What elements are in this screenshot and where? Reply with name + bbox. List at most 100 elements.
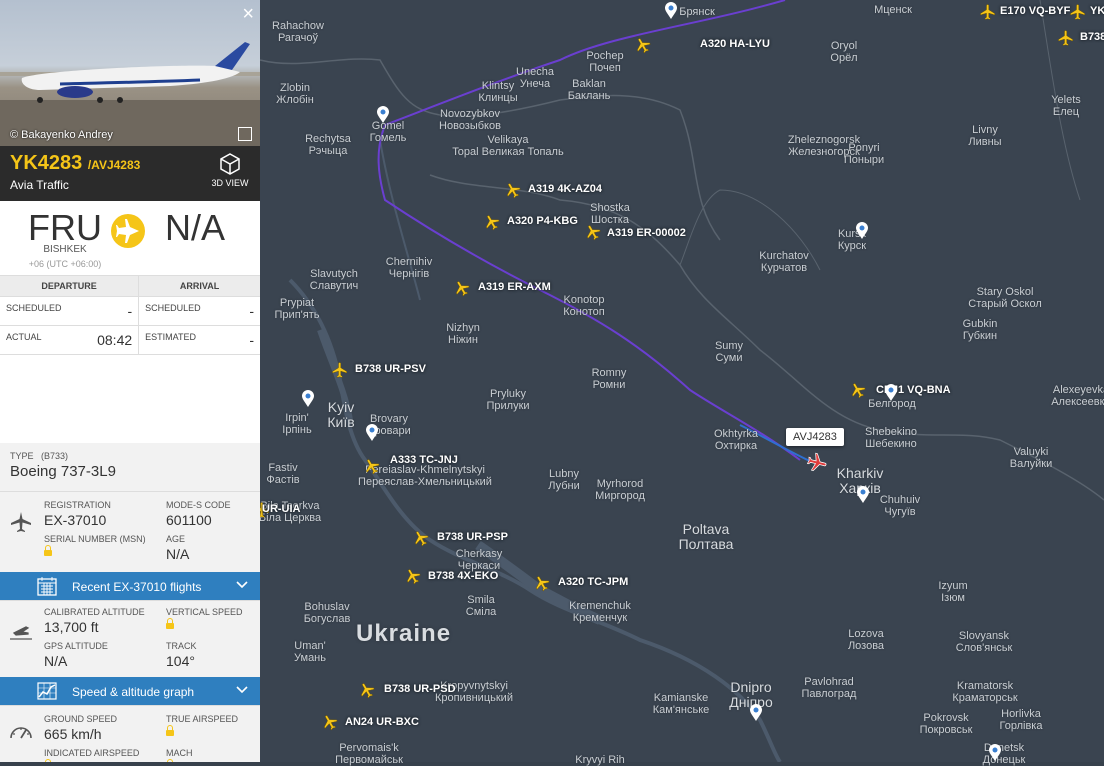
mach-cell: MACH bbox=[166, 748, 193, 762]
speed-section: GROUND SPEED 665 km/h TRUE AIRSPEED INDIC… bbox=[0, 705, 260, 762]
aircraft-icon-crj[interactable] bbox=[849, 381, 867, 399]
recent-flights-bar[interactable]: Recent EX-37010 flights bbox=[0, 572, 260, 600]
city-label-rahachow: Rahachow Рагачоў bbox=[272, 20, 324, 44]
aircraft-icon-a320p4[interactable] bbox=[483, 213, 501, 231]
aircraft-label-a333[interactable]: A333 TC-JNJ bbox=[390, 454, 458, 466]
indicated-airspeed-cell: INDICATED AIRSPEED bbox=[44, 748, 139, 762]
lock-icon bbox=[44, 545, 52, 556]
city-label-smila: Smila Сміла bbox=[465, 594, 497, 618]
aircraft-info-section: REGISTRATION EX-37010 MODE-S CODE 601100 S… bbox=[0, 491, 260, 572]
city-label-pervomaisk: Pervomais'k Первомайськ bbox=[335, 742, 403, 766]
aircraft-icon-a320jpm[interactable] bbox=[533, 574, 551, 592]
aircraft-label-a319er2[interactable]: A319 ER-00002 bbox=[607, 227, 686, 239]
city-label-valuyki: Valuyki Валуйки bbox=[1009, 446, 1053, 470]
aircraft-photo[interactable]: × © Bakayenko Andrey bbox=[0, 0, 260, 146]
city-label-pokrovsk: Pokrovsk Покровськ bbox=[919, 712, 973, 736]
airport-pin-icon[interactable] bbox=[988, 744, 1002, 762]
close-panel-icon[interactable]: × bbox=[242, 4, 254, 24]
aircraft-label-an24[interactable]: AN24 UR-BXC bbox=[345, 716, 419, 728]
city-label-novozybkov: Novozybkov Новозыбков bbox=[439, 108, 501, 132]
schedule-table: DEPARTURE ARRIVAL SCHEDULED - SCHEDULED - … bbox=[0, 276, 260, 355]
speedometer-icon bbox=[10, 727, 32, 739]
lock-icon bbox=[166, 725, 174, 736]
aircraft-icon-a319axm[interactable] bbox=[453, 279, 471, 297]
airport-pin-icon[interactable] bbox=[855, 222, 869, 240]
city-label-mtsensk: Мценск bbox=[874, 4, 912, 16]
aircraft-icon-b738psv[interactable] bbox=[331, 361, 349, 379]
flight-callsign: YK4283 /AVJ4283 bbox=[10, 152, 141, 174]
city-label-okhtyrka: Okhtyrka Охтирка bbox=[713, 428, 759, 452]
altitude-section: CALIBRATED ALTITUDE 13,700 ft VERTICAL SP… bbox=[0, 600, 260, 677]
city-label-klintsy: Klintsy Клинцы bbox=[478, 80, 518, 104]
city-label-unecha: Unecha Унеча bbox=[516, 66, 554, 90]
chevron-down-icon bbox=[236, 686, 248, 694]
aircraft-label-yk[interactable]: YK bbox=[1090, 5, 1104, 17]
aircraft-icon-a319az[interactable] bbox=[504, 181, 522, 199]
city-label-ponyri: Ponyri Поныри bbox=[843, 142, 885, 166]
panel-spacer bbox=[0, 355, 260, 443]
airport-pin-icon[interactable] bbox=[856, 486, 870, 504]
aircraft-label-b7384x[interactable]: B738 4X-EKO bbox=[428, 570, 498, 582]
aircraft-type: TYPE (B733) Boeing 737-3L9 bbox=[0, 443, 260, 491]
country-label: Ukraine bbox=[356, 620, 452, 647]
city-label-alexeyevka: AlexeyevkaАлексеевка bbox=[1051, 384, 1104, 408]
city-label-kryvyirih: Kryvyi Rih bbox=[575, 754, 625, 766]
aircraft-icon-b7384x[interactable] bbox=[404, 567, 422, 585]
chevron-down-icon bbox=[236, 581, 248, 589]
city-label-uman: Uman' Умань bbox=[294, 640, 326, 664]
city-label-sloviansk: Slovyansk Слов'янськ bbox=[955, 630, 1013, 654]
aircraft-icon-b738psd[interactable] bbox=[358, 681, 376, 699]
aircraft-icon-b738a[interactable] bbox=[1057, 29, 1075, 47]
airline-name: Avia Traffic bbox=[10, 178, 69, 192]
aircraft-label-a319az[interactable]: A319 4K-AZ04 bbox=[528, 183, 602, 195]
aircraft-icon bbox=[11, 512, 31, 532]
city-label-zlobin: Zlobin Жлобін bbox=[276, 82, 314, 106]
type-name: Boeing 737-3L9 bbox=[10, 463, 116, 480]
view-3d-button[interactable]: 3D VIEW bbox=[210, 152, 250, 188]
city-label-cherkasy: Cherkasy Черкаси bbox=[455, 548, 503, 572]
city-label-prypiat: Prypiat Прип'ять bbox=[274, 297, 320, 321]
airport-pin-icon[interactable] bbox=[749, 704, 763, 722]
aircraft-label-b738psd[interactable]: B738 UR-PSD bbox=[384, 683, 456, 695]
city-label-baklan: Baklan Баклань bbox=[567, 78, 611, 102]
airport-pin-icon[interactable] bbox=[365, 424, 379, 442]
ground-speed-cell: GROUND SPEED 665 km/h bbox=[44, 714, 118, 742]
selected-flight-tag[interactable]: AVJ4283 bbox=[786, 428, 844, 446]
airport-pin-icon[interactable] bbox=[376, 106, 390, 124]
city-label-velikaya: Velikaya Topal Великая Топаль bbox=[452, 134, 564, 158]
graph-icon bbox=[37, 682, 57, 700]
city-label-bryansk: Брянск bbox=[679, 6, 715, 18]
aircraft-label-a320jpm[interactable]: A320 TC-JPM bbox=[558, 576, 628, 588]
speed-graph-bar[interactable]: Speed & altitude graph bbox=[0, 677, 260, 705]
aircraft-label-a319axm[interactable]: A319 ER-AXM bbox=[478, 281, 551, 293]
aircraft-icon-b738psp[interactable] bbox=[412, 529, 430, 547]
destination-code: N/A bbox=[164, 207, 225, 248]
aircraft-icon-yk[interactable] bbox=[1069, 3, 1087, 21]
city-label-oryol: Oryol Орёл bbox=[830, 40, 858, 64]
age-cell: AGE N/A bbox=[166, 534, 190, 562]
aircraft-icon-a319er2[interactable] bbox=[584, 223, 602, 241]
aircraft-photo-image bbox=[0, 42, 260, 146]
aircraft-icon-hafly[interactable] bbox=[634, 36, 652, 54]
open-external-icon[interactable] bbox=[238, 127, 252, 141]
aircraft-label-b738a[interactable]: B738 bbox=[1080, 31, 1104, 43]
photo-credit: © Bakayenko Andrey bbox=[10, 129, 113, 141]
aircraft-icon-an24[interactable] bbox=[321, 713, 339, 731]
aircraft-label-e170[interactable]: E170 VQ-BYF bbox=[1000, 5, 1070, 17]
aircraft-label-b738psv[interactable]: B738 UR-PSV bbox=[355, 363, 426, 375]
airport-pin-icon[interactable] bbox=[301, 390, 315, 408]
origin-code[interactable]: FRU bbox=[10, 207, 120, 249]
airport-pin-icon[interactable] bbox=[884, 384, 898, 402]
aircraft-icon-a333[interactable] bbox=[363, 457, 381, 475]
aircraft-label-hafly[interactable]: A320 HA-LYU bbox=[700, 38, 770, 50]
arrival-header: ARRIVAL bbox=[138, 276, 260, 297]
aircraft-label-uia[interactable]: UR-UIA bbox=[262, 503, 301, 515]
airport-pin-icon[interactable] bbox=[664, 2, 678, 20]
aircraft-icon-e170[interactable] bbox=[979, 3, 997, 21]
city-label-kremenchuk: Kremenchuk Кременчук bbox=[569, 600, 631, 624]
aircraft-label-a320p4[interactable]: A320 P4-KBG bbox=[507, 215, 578, 227]
recent-flights-label: Recent EX-37010 flights bbox=[72, 580, 202, 594]
aircraft-label-b738psp[interactable]: B738 UR-PSP bbox=[437, 531, 508, 543]
registration-cell: REGISTRATION EX-37010 bbox=[44, 500, 111, 528]
selected-aircraft-icon[interactable] bbox=[806, 452, 828, 474]
